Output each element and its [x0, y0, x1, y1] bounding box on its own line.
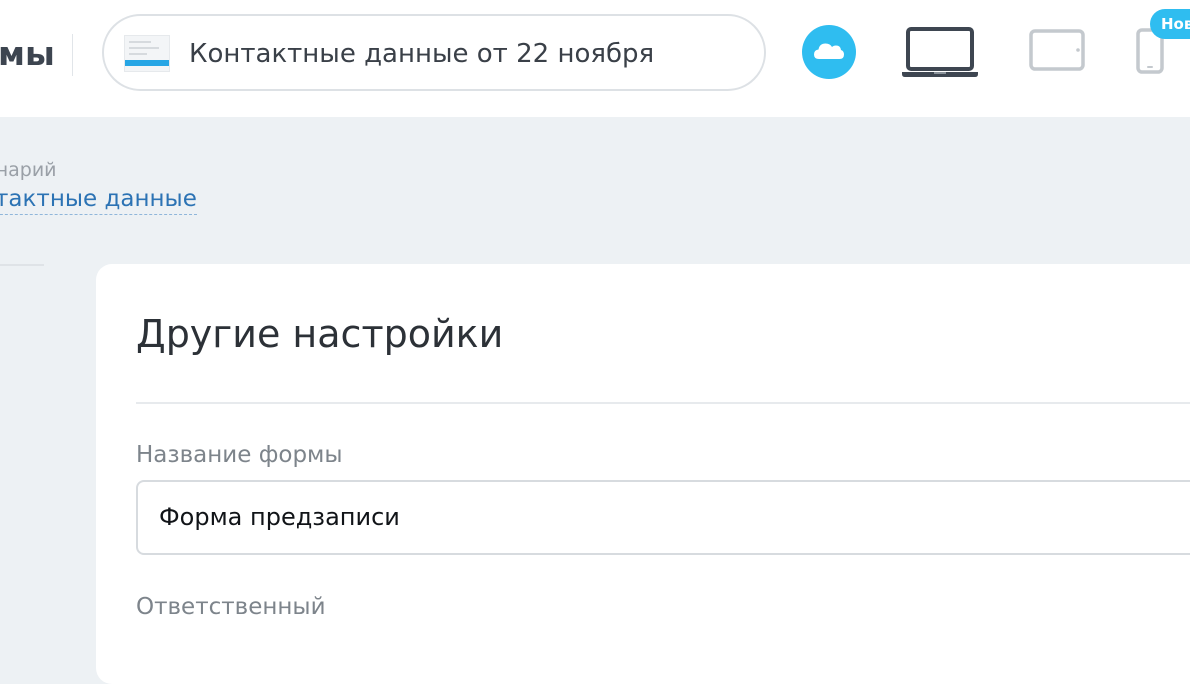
- breadcrumb-parent: енарий: [0, 159, 57, 181]
- publish-button[interactable]: [802, 25, 856, 79]
- owner-label: Ответственный: [136, 594, 326, 620]
- form-selector[interactable]: Контактные данные от 22 ноября: [102, 14, 766, 91]
- form-preview-icon: [124, 35, 170, 72]
- laptop-icon: [902, 27, 978, 77]
- form-selector-label: Контактные данные от 22 ноября: [189, 39, 655, 69]
- form-name-input[interactable]: Форма предзаписи: [136, 480, 1190, 555]
- other-settings-card: Другие настройки Название формы Форма пр…: [96, 264, 1190, 684]
- laptop-view-button[interactable]: [901, 27, 979, 79]
- cloud-icon: [814, 43, 844, 59]
- page-title: Другие настройки: [136, 312, 504, 356]
- header-divider: [72, 34, 73, 76]
- breadcrumb-current-link[interactable]: нтактные данные: [0, 185, 197, 215]
- tablet-icon: [1029, 29, 1085, 71]
- sidebar-divider: [0, 264, 44, 266]
- title-divider: [136, 402, 1190, 404]
- form-name-label: Название формы: [136, 442, 343, 468]
- tablet-view-button[interactable]: [1029, 29, 1085, 71]
- brand-title: мы: [0, 34, 55, 73]
- top-header: мы Контактные данные от 22 ноября Нов: [0, 0, 1190, 117]
- new-badge: Нов: [1150, 9, 1190, 39]
